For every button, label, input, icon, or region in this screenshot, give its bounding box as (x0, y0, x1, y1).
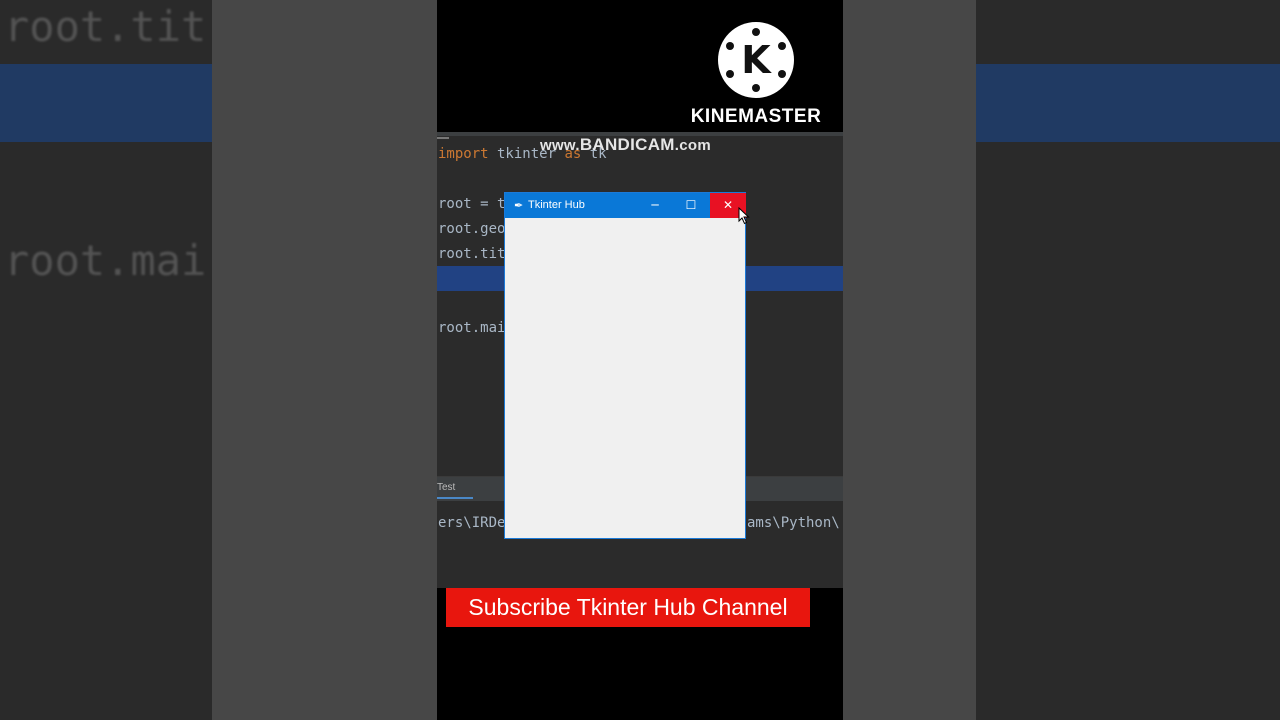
bandicam-suffix: .com (674, 137, 711, 154)
tkinter-window[interactable]: ✒ Tkinter Hub ─ ☐ ✕ (504, 192, 746, 539)
bandicam-name: BANDICAM (579, 135, 675, 154)
code-line-4[interactable]: root.geo (438, 221, 505, 237)
kinemaster-logo-icon: K (718, 22, 794, 98)
logo-dot (778, 70, 786, 78)
logo-dot (726, 42, 734, 50)
background-code-text-1: root.tit (4, 2, 207, 51)
bandicam-watermark: www.BANDICAM.com (540, 135, 711, 155)
window-title: Tkinter Hub (528, 199, 585, 211)
background-mid-strip (843, 0, 976, 720)
console-output-left: ers\IRDe (438, 515, 506, 531)
keyword-import: import (438, 146, 489, 162)
logo-dot (752, 28, 760, 36)
window-content-area[interactable] (505, 218, 745, 538)
logo-dot (778, 42, 786, 50)
logo-dot (752, 84, 760, 92)
background-highlight-bar (976, 64, 1280, 142)
background-highlight-bar (0, 64, 212, 142)
subscribe-banner: Subscribe Tkinter Hub Channel (446, 588, 810, 627)
run-tab-test[interactable]: Test (437, 482, 455, 493)
console-output-right: ams\Python\ (747, 515, 840, 531)
background-left-panel: root.tit root.mai (0, 0, 437, 720)
mouse-cursor-icon (738, 207, 750, 225)
logo-dot (726, 70, 734, 78)
maximize-button[interactable]: ☐ (673, 193, 709, 218)
background-code-text-2: root.mai (4, 236, 207, 285)
active-tab-underline (437, 497, 473, 499)
background-right-panel (843, 0, 1280, 720)
kinemaster-watermark-text: KINEMASTER (690, 106, 822, 127)
bandicam-prefix: www. (540, 137, 580, 154)
minimize-button[interactable]: ─ (637, 193, 673, 218)
background-mid-strip (212, 0, 437, 720)
code-line-8[interactable]: root.mai (438, 320, 505, 336)
window-titlebar[interactable]: ✒ Tkinter Hub ─ ☐ ✕ (505, 193, 746, 218)
code-line-3[interactable]: root = t (438, 196, 505, 212)
feather-icon: ✒ (514, 199, 524, 212)
code-line-5[interactable]: root.tit (438, 246, 505, 262)
